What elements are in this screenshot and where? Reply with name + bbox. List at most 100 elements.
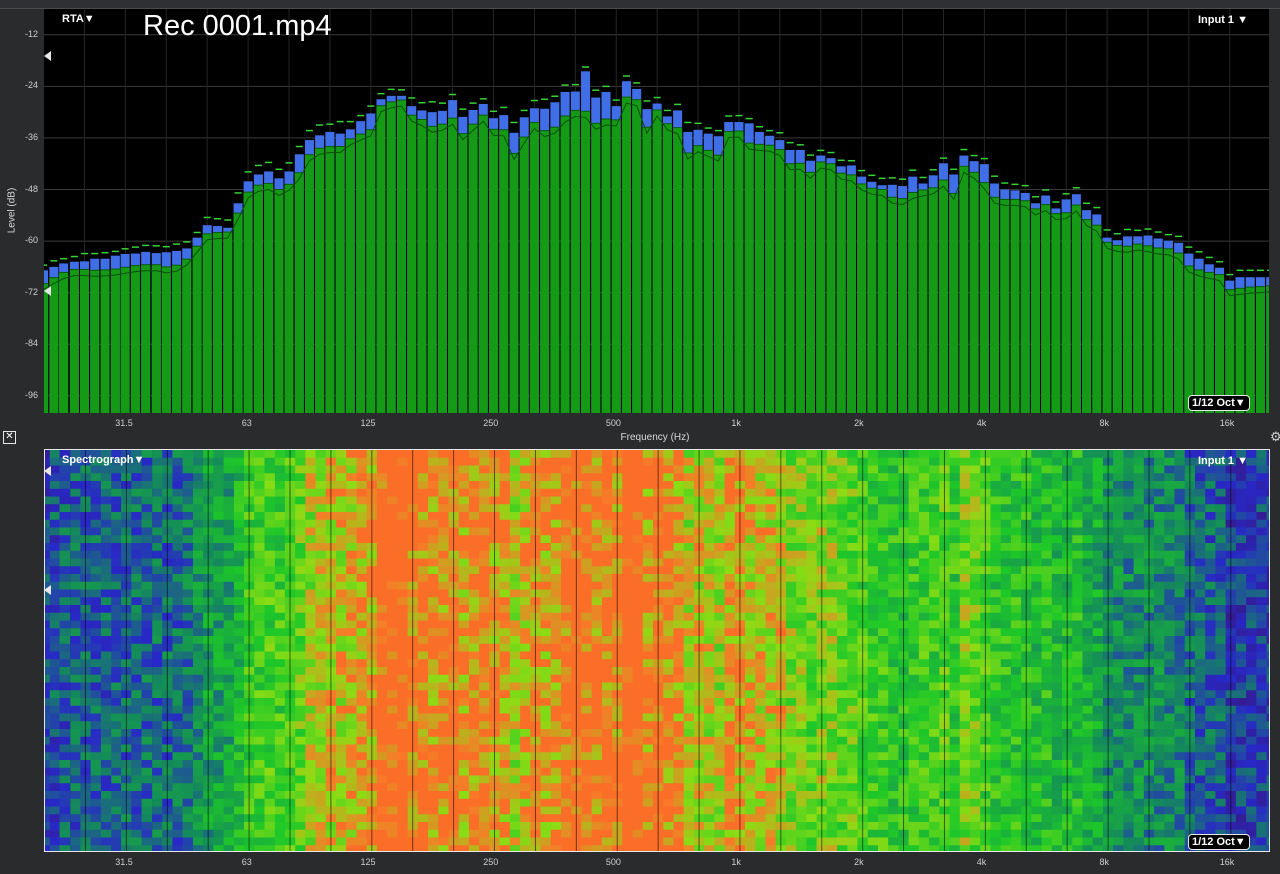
spectrograph-cell	[90, 481, 102, 490]
spectrograph-cell	[223, 713, 235, 722]
spectrograph-cell	[601, 574, 613, 583]
spectrograph-cell	[458, 581, 470, 591]
spectrograph-cell	[826, 519, 838, 529]
spectrograph-cell	[663, 806, 675, 815]
spectrograph-cell	[837, 814, 848, 823]
spectrograph-cell	[683, 775, 695, 784]
spectrograph-cell	[438, 457, 450, 467]
rta-resolution-button[interactable]: 1/12 Oct▼	[1188, 395, 1250, 411]
spectrograph-cell	[468, 628, 480, 637]
spectrograph-cell	[724, 667, 736, 676]
rta-plot-area[interactable]	[44, 9, 1269, 413]
spectrograph-cell	[540, 558, 552, 567]
close-icon[interactable]: ✕	[3, 431, 16, 444]
spectrograph-cell	[428, 690, 439, 699]
spectrograph-cell	[141, 488, 153, 498]
spectrograph-cell	[806, 527, 818, 536]
spectrograph-cell	[152, 767, 163, 777]
spectrograph-cell	[468, 659, 480, 668]
spectrograph-cell	[223, 605, 235, 614]
spectrograph-cell	[683, 465, 695, 474]
spectrograph-cell	[642, 620, 654, 629]
rta-lower-level-marker-icon[interactable]	[44, 286, 51, 296]
spectrograph-cell	[877, 496, 889, 505]
spectrograph-cell	[877, 457, 889, 467]
spectrograph-cell	[100, 636, 112, 645]
spectrograph-cell	[305, 473, 317, 482]
gear-icon[interactable]: ⚙	[1270, 429, 1280, 445]
spectrograph-plot-area[interactable]	[44, 449, 1270, 852]
spectrograph-cell	[622, 628, 634, 637]
spectrograph-cell	[479, 481, 490, 490]
spectrograph-cell	[591, 535, 603, 544]
spectrograph-cell	[796, 597, 808, 606]
spectrograph-cell	[131, 605, 143, 614]
spectrograph-cell	[152, 457, 163, 467]
spectrograph-cell	[223, 822, 235, 831]
spectrograph-cell	[458, 798, 470, 808]
spectrograph-cell	[70, 698, 82, 707]
spectrograph-cell	[479, 519, 490, 529]
spectrograph-cell	[796, 798, 808, 808]
spectrograph-cell	[765, 527, 777, 536]
spectrograph-cell	[591, 605, 603, 614]
rta-bar	[172, 265, 182, 413]
spectrograph-cell	[100, 713, 112, 722]
rta-mode-menu[interactable]: RTA▼	[62, 13, 95, 25]
spectrograph-cell	[213, 581, 225, 591]
spectrograph-cell	[295, 488, 307, 498]
spectrograph-cell	[908, 465, 920, 474]
spectrograph-cell	[295, 845, 307, 851]
spectrograph-cell	[847, 682, 859, 691]
rta-bar	[294, 172, 304, 413]
spectrograph-cell	[141, 527, 153, 536]
spectrograph-cell	[847, 473, 859, 482]
rta-bar	[642, 127, 652, 413]
rta-y-axis-title: Level (dB)	[6, 187, 18, 234]
spectrograph-cell	[704, 837, 715, 846]
spectrograph-cell	[315, 814, 327, 823]
spectrograph-cell	[336, 605, 347, 614]
spectrograph-cell	[714, 488, 726, 498]
rta-bar	[1010, 199, 1020, 413]
spectrograph-cell	[346, 558, 358, 567]
spectrograph-cell	[45, 837, 51, 846]
spectrograph-cell	[458, 729, 470, 738]
rta-upper-level-marker-icon[interactable]	[44, 51, 51, 61]
spectrograph-cell	[714, 550, 726, 560]
spectrograph-cell	[213, 783, 225, 792]
spectrograph-cell	[560, 558, 572, 567]
spectrograph-cell	[131, 674, 143, 684]
spectrograph-cell	[581, 791, 593, 800]
spectrograph-cell	[704, 535, 715, 544]
spectrograph-cell	[59, 481, 71, 490]
spectrograph-cell	[806, 628, 818, 637]
spectrograph-cell	[745, 767, 756, 777]
spectrograph-cell	[826, 535, 838, 544]
spectrograph-cell	[182, 605, 194, 614]
spectrograph-cell	[49, 651, 61, 660]
spectrograph-cell	[45, 558, 51, 567]
spectrograph-cell	[233, 450, 245, 459]
spectrograph-cell	[346, 620, 358, 629]
rta-input-menu[interactable]: Input 1 ▼	[1198, 14, 1248, 26]
rta-x-tick-label: 250	[483, 418, 499, 428]
spectrograph-cell	[765, 713, 777, 722]
spectrograph-cell	[560, 667, 572, 676]
spectrograph-cell	[397, 729, 409, 738]
spectrograph-cell	[45, 798, 51, 808]
spectrograph-cell	[254, 674, 266, 684]
spectrograph-cell	[560, 814, 572, 823]
spectrograph-cell	[111, 558, 123, 567]
spectrograph-cell	[182, 744, 194, 753]
spectrograph-cell	[479, 659, 490, 668]
spectrograph-cell	[131, 744, 143, 753]
spectrograph-cell	[663, 682, 675, 691]
spectrograph-cell	[397, 775, 409, 784]
rta-x-tick-label: 63	[241, 418, 252, 428]
spectrograph-cell	[45, 814, 51, 823]
spectrograph-cell	[223, 837, 235, 846]
spectrograph-cell	[295, 791, 307, 800]
spectrograph-cell	[111, 721, 123, 730]
spectrograph-cell	[172, 481, 184, 490]
